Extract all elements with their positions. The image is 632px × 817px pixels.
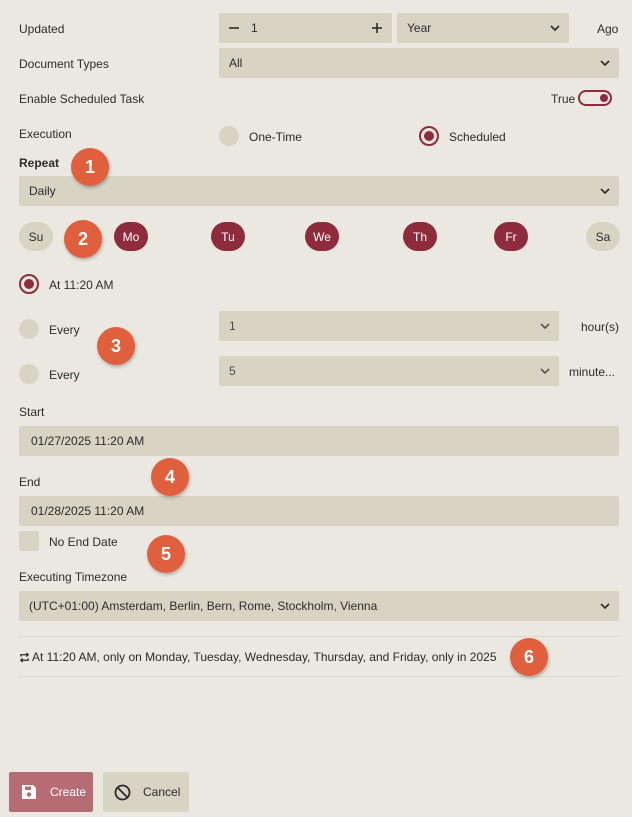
document-types-label: Document Types [19,57,109,71]
minutes-unit-label: minute... [569,365,616,379]
chevron-down-icon [531,356,559,386]
step-badge-2: 2 [64,220,102,258]
start-value: 01/27/2025 11:20 AM [31,434,145,448]
timezone-label: Executing Timezone [19,570,128,584]
day-su[interactable]: Su [19,222,53,251]
minus-icon[interactable] [219,22,249,34]
chevron-down-icon [591,176,619,206]
repeat-icon [19,651,30,663]
updated-value[interactable]: 1 [249,21,362,35]
at-time-radio[interactable] [19,274,39,294]
day-sa[interactable]: Sa [586,222,620,251]
step-badge-1: 1 [71,148,109,186]
schedule-summary: At 11:20 AM, only on Monday, Tuesday, We… [19,650,497,664]
day-mo[interactable]: Mo [114,222,148,251]
every-minutes-value: 5 [229,364,236,378]
chevron-down-icon [531,311,559,341]
at-time-label: At 11:20 AM [49,278,114,292]
every-hours-value: 1 [229,319,236,333]
every-hours-label: Every [49,323,80,337]
timezone-select[interactable]: (UTC+01:00) Amsterdam, Berlin, Bern, Rom… [19,591,619,621]
one-time-label: One-Time [249,130,302,144]
step-badge-4: 4 [151,458,189,496]
summary-text: At 11:20 AM, only on Monday, Tuesday, We… [32,650,497,664]
updated-stepper[interactable]: 1 [219,13,392,43]
scheduled-radio[interactable] [419,126,439,146]
end-value: 01/28/2025 11:20 AM [31,504,145,518]
toggle-knob [600,94,608,102]
start-input[interactable]: 01/27/2025 11:20 AM [19,426,619,456]
every-minutes-label: Every [49,368,80,382]
updated-label: Updated [19,22,65,36]
scheduled-task-label: Enable Scheduled Task [19,92,145,106]
plus-icon[interactable] [362,22,392,34]
every-hours-select[interactable]: 1 [219,311,559,341]
updated-unit-value: Year [407,21,432,35]
cancel-icon [114,784,131,801]
updated-unit-select[interactable]: Year [397,13,569,43]
step-badge-6: 6 [510,638,548,676]
step-badge-3: 3 [97,327,135,365]
create-button[interactable]: Create [9,772,93,812]
scheduled-task-toggle[interactable] [578,90,612,106]
no-end-date-checkbox[interactable] [19,531,39,551]
no-end-date-label: No End Date [49,535,118,549]
end-label: End [19,475,41,489]
every-hours-radio[interactable] [19,319,39,339]
execution-label: Execution [19,127,72,141]
repeat-value: Daily [29,184,56,198]
toggle-label: True [551,92,576,106]
create-label: Create [50,785,87,799]
cancel-button[interactable]: Cancel [103,772,189,812]
cancel-label: Cancel [143,785,181,799]
every-minutes-radio[interactable] [19,364,39,384]
divider [19,636,619,637]
end-input[interactable]: 01/28/2025 11:20 AM [19,496,619,526]
document-types-value: All [229,56,243,70]
step-badge-5: 5 [147,535,185,573]
chevron-down-icon [591,591,619,621]
scheduled-label: Scheduled [449,130,506,144]
hours-unit-label: hour(s) [581,320,620,334]
divider [19,676,619,677]
day-fr[interactable]: Fr [494,222,528,251]
day-tu[interactable]: Tu [211,222,245,251]
repeat-label: Repeat [19,156,60,170]
day-we[interactable]: We [305,222,339,251]
day-th[interactable]: Th [403,222,437,251]
chevron-down-icon [541,13,569,43]
one-time-radio[interactable] [219,126,239,146]
start-label: Start [19,405,45,419]
save-icon [21,784,37,800]
updated-suffix: Ago [597,22,619,36]
every-minutes-select[interactable]: 5 [219,356,559,386]
timezone-value: (UTC+01:00) Amsterdam, Berlin, Bern, Rom… [29,599,378,613]
chevron-down-icon [591,48,619,78]
document-types-select[interactable]: All [219,48,619,78]
repeat-select[interactable]: Daily [19,176,619,206]
